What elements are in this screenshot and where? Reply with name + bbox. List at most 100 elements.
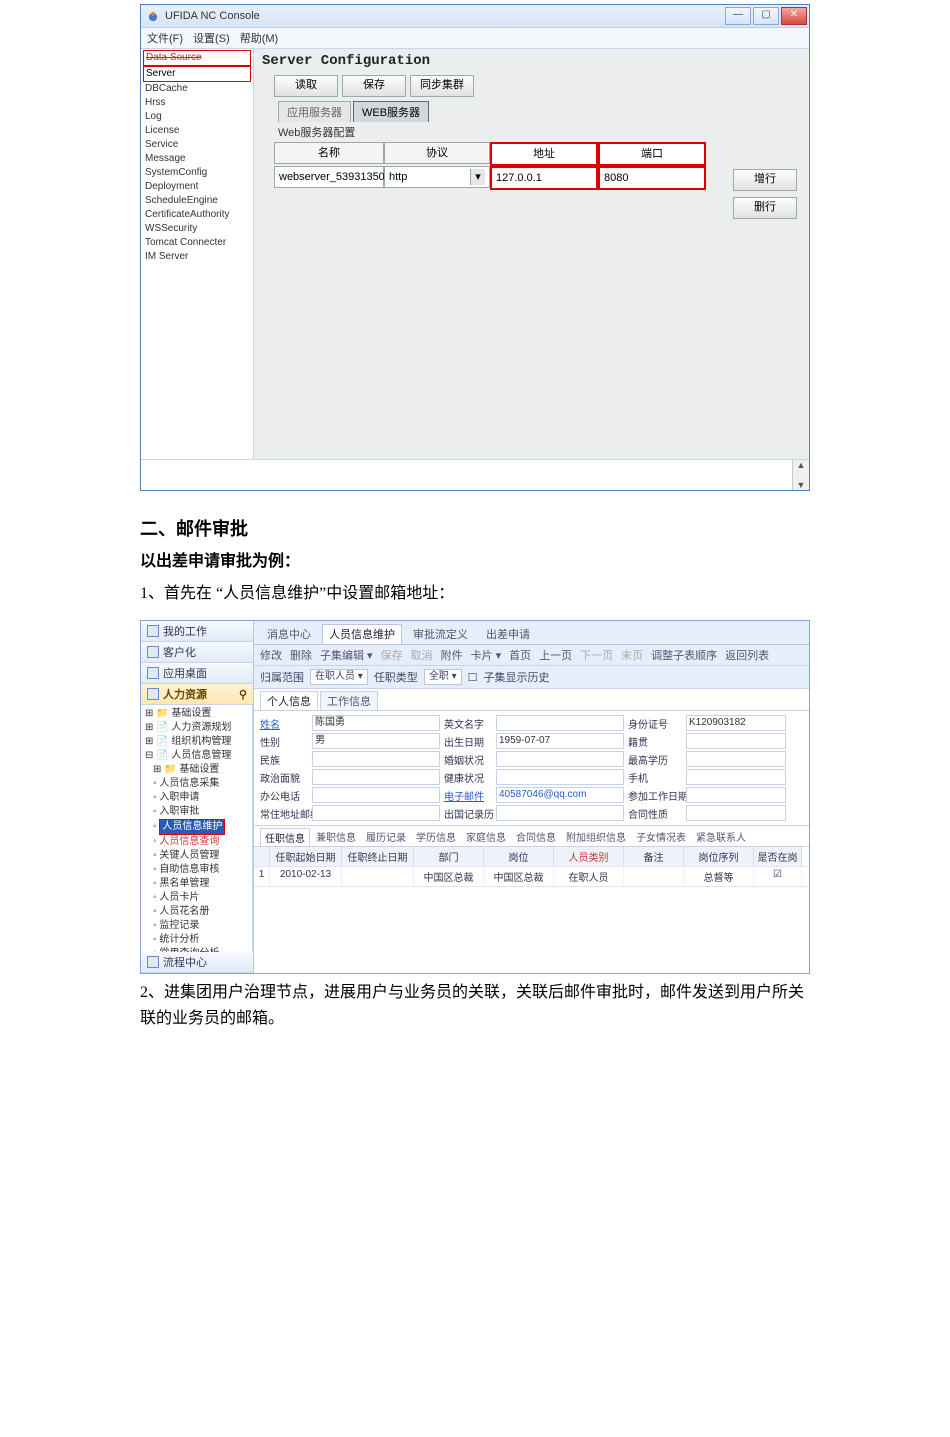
td-name[interactable]: webserver_539313507 <box>274 166 384 188</box>
hr-tree-item[interactable]: ◦ 人员花名册 <box>143 905 250 919</box>
hr-tree-item[interactable]: ◦ 人员信息查询 <box>143 835 250 849</box>
hr-tree-item[interactable]: ⊟ 📄 人员信息管理 <box>143 749 250 763</box>
tb-card[interactable]: 卡片 ▾ <box>471 647 502 663</box>
val-email[interactable]: 40587046@qq.com <box>496 787 624 803</box>
val-party[interactable] <box>312 769 440 785</box>
tree-scheduleengine[interactable]: ScheduleEngine <box>143 194 251 208</box>
val-tel[interactable] <box>312 787 440 803</box>
tree-service[interactable]: Service <box>143 138 251 152</box>
tab-person-maintain[interactable]: 人员信息维护 <box>322 624 402 644</box>
val-jg[interactable] <box>686 733 786 749</box>
filter-scope-select[interactable]: 在职人员 ▾ <box>310 669 368 685</box>
hr-tree-item[interactable]: ◦ 监控记录 <box>143 919 250 933</box>
val-join[interactable] <box>686 787 786 803</box>
tab-msgcenter[interactable]: 消息中心 <box>260 624 318 644</box>
tree-wssecurity[interactable]: WSSecurity <box>143 222 251 236</box>
val-mar2[interactable] <box>496 805 624 821</box>
filter-history-checkbox[interactable]: ☐ <box>468 671 478 684</box>
val-mobile[interactable] <box>686 769 786 785</box>
tree-server[interactable]: Server <box>143 66 251 82</box>
menu-file[interactable]: 文件(F) <box>147 30 183 46</box>
tree-data-source[interactable]: Data Source <box>143 50 251 66</box>
del-row-button[interactable]: 删行 <box>733 197 797 219</box>
chevron-down-icon[interactable]: ▾ <box>470 169 485 185</box>
scroll-down-icon[interactable]: ▼ <box>793 480 809 490</box>
subtab-6[interactable]: 附加组织信息 <box>562 828 630 846</box>
close-button[interactable]: ✕ <box>781 7 807 25</box>
hr-tree-item[interactable]: ◦ 入职审批 <box>143 805 250 819</box>
pin-icon[interactable]: ⚲ <box>239 688 247 701</box>
hr-tree-item[interactable]: ⊞ 📄 组织机构管理 <box>143 735 250 749</box>
subtab-1[interactable]: 兼职信息 <box>312 828 360 846</box>
minimize-button[interactable]: — <box>725 7 751 25</box>
hr-tree-item[interactable]: ◦ 人员卡片 <box>143 891 250 905</box>
smalltab-work[interactable]: 工作信息 <box>320 691 378 710</box>
tree-hrss[interactable]: Hrss <box>143 96 251 110</box>
tb-del[interactable]: 删除 <box>290 647 312 663</box>
tree-message[interactable]: Message <box>143 152 251 166</box>
val-birth[interactable]: 1959-07-07 <box>496 733 624 749</box>
val-edu[interactable] <box>686 751 786 767</box>
block-appdesk[interactable]: 应用桌面 <box>141 663 253 684</box>
tab-appserver[interactable]: 应用服务器 <box>278 101 351 122</box>
menu-help[interactable]: 帮助(M) <box>240 30 279 46</box>
vertical-scrollbar[interactable]: ▲ ▼ <box>792 460 809 490</box>
subtab-2[interactable]: 履历记录 <box>362 828 410 846</box>
tree-systemconfig[interactable]: SystemConfig <box>143 166 251 180</box>
val-marry[interactable] <box>496 751 624 767</box>
val-intime[interactable] <box>686 805 786 821</box>
tree-tomcat[interactable]: Tomcat Connecter <box>143 236 251 250</box>
menu-settings[interactable]: 设置(S) <box>193 30 230 46</box>
smalltab-personal[interactable]: 个人信息 <box>260 691 318 710</box>
hr-tree-item[interactable]: ◦ 入职申请 <box>143 791 250 805</box>
block-mywork[interactable]: 我的工作 <box>141 621 253 642</box>
block-flow[interactable]: 流程中心 <box>141 952 253 973</box>
tb-return[interactable]: 返回列表 <box>725 647 769 663</box>
hr-tree-item[interactable]: ◦ 统计分析 <box>143 933 250 947</box>
tb-order[interactable]: 调整子表顺序 <box>651 647 717 663</box>
val-id[interactable]: K120903182 <box>686 715 786 731</box>
tree-license[interactable]: License <box>143 124 251 138</box>
val-health[interactable] <box>496 769 624 785</box>
grid-row[interactable]: 1 2010-02-13 中国区总裁 中国区总裁 在职人员 总督等 ☑ <box>254 867 809 887</box>
hr-tree-item[interactable]: ⊞ 📄 人力资源规划 <box>143 721 250 735</box>
tree-log[interactable]: Log <box>143 110 251 124</box>
val-name[interactable]: 陈国勇 <box>312 715 440 731</box>
hr-tree-person-maintain[interactable]: ◦ 人员信息维护 <box>143 819 250 835</box>
hr-tree-item[interactable]: ◦ 黑名单管理 <box>143 877 250 891</box>
tb-edit[interactable]: 修改 <box>260 647 282 663</box>
tab-flowdef[interactable]: 审批流定义 <box>406 624 475 644</box>
tb-attach[interactable]: 附件 <box>441 647 463 663</box>
td-addr[interactable]: 127.0.0.1 <box>490 166 598 190</box>
block-hr[interactable]: 人力资源⚲ <box>141 684 253 705</box>
hr-tree-item[interactable]: ⊞ 📁 基础设置 <box>143 707 250 721</box>
hr-tree-item[interactable]: ⊞ 📁 基础设置 <box>143 763 250 777</box>
val-en[interactable] <box>496 715 624 731</box>
scroll-up-icon[interactable]: ▲ <box>793 460 809 470</box>
block-client[interactable]: 客户化 <box>141 642 253 663</box>
subtab-5[interactable]: 合同信息 <box>512 828 560 846</box>
sync-button[interactable]: 同步集群 <box>410 75 474 97</box>
tb-prev[interactable]: 上一页 <box>539 647 572 663</box>
save-button[interactable]: 保存 <box>342 75 406 97</box>
tree-deployment[interactable]: Deployment <box>143 180 251 194</box>
read-button[interactable]: 读取 <box>274 75 338 97</box>
subtab-3[interactable]: 学历信息 <box>412 828 460 846</box>
tree-dbcache[interactable]: DBCache <box>143 82 251 96</box>
maximize-button[interactable]: ▢ <box>753 7 779 25</box>
td-proto[interactable]: http ▾ <box>384 166 490 188</box>
tab-trip[interactable]: 出差申请 <box>479 624 537 644</box>
val-sex[interactable]: 男 <box>312 733 440 749</box>
tab-webserver[interactable]: WEB服务器 <box>353 101 429 122</box>
tb-first[interactable]: 首页 <box>509 647 531 663</box>
val-mz[interactable] <box>312 751 440 767</box>
tree-imserver[interactable]: IM Server <box>143 250 251 264</box>
hr-tree-item[interactable]: ◦ 人员信息采集 <box>143 777 250 791</box>
subtab-4[interactable]: 家庭信息 <box>462 828 510 846</box>
filter-emp-select[interactable]: 全职 ▾ <box>424 669 462 685</box>
val-addr[interactable] <box>312 805 440 821</box>
tree-certauthority[interactable]: CertificateAuthority <box>143 208 251 222</box>
hr-tree-item[interactable]: ◦ 自助信息审核 <box>143 863 250 877</box>
subtab-7[interactable]: 子女情况表 <box>632 828 690 846</box>
tb-subedit[interactable]: 子集编辑 ▾ <box>320 647 373 663</box>
